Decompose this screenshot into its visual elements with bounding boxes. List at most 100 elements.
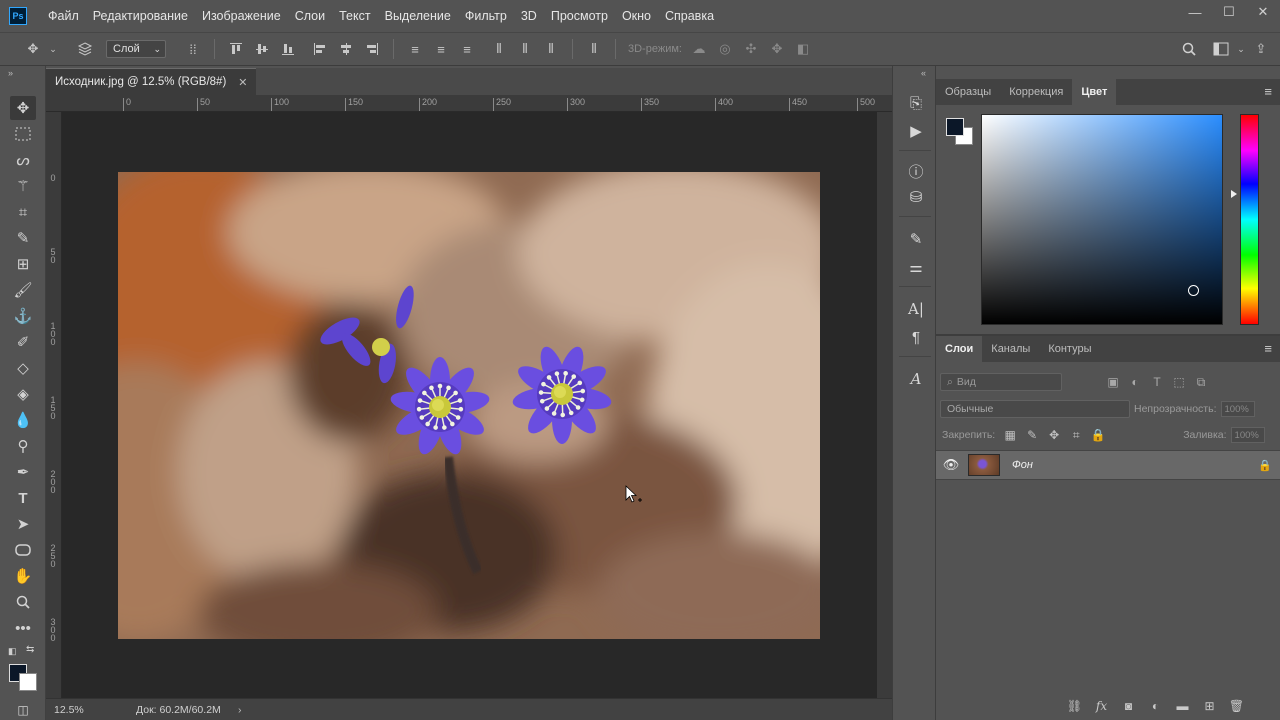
filter-type-icon[interactable]: T <box>1146 375 1168 389</box>
align-vcenter-icon[interactable] <box>251 38 273 60</box>
layer-style-icon[interactable]: fx <box>1088 699 1115 713</box>
lasso-tool-icon[interactable]: ᔕ <box>10 148 36 172</box>
menu-3d[interactable]: 3D <box>514 0 544 32</box>
default-colors-icon[interactable]: ◧ <box>8 646 17 657</box>
chevron-down-icon[interactable]: ⌄ <box>1236 38 1246 60</box>
tab-channels[interactable]: Каналы <box>982 336 1039 362</box>
crop-tool-icon[interactable]: ⌗ <box>10 200 36 224</box>
paragraph-panel-icon[interactable]: ¶ <box>905 326 927 348</box>
paint-bucket-tool-icon[interactable]: ◈ <box>10 382 36 406</box>
properties-panel-icon[interactable]: ⛁ <box>905 186 927 208</box>
color-picker-ring[interactable] <box>1188 285 1199 296</box>
zoom-level-field[interactable]: 12.5% <box>46 704 106 716</box>
new-layer-icon[interactable]: ⊞ <box>1196 699 1223 713</box>
saturation-brightness-field[interactable] <box>981 114 1223 325</box>
history-brush-tool-icon[interactable]: ✐ <box>10 330 36 354</box>
distribute-hcenter-icon[interactable]: ⦀ <box>514 38 536 60</box>
menu-layers[interactable]: Слои <box>288 0 332 32</box>
new-group-icon[interactable]: ▬ <box>1169 699 1196 713</box>
distribute-bottom-icon[interactable]: ≡ <box>456 38 478 60</box>
transform-controls-icon[interactable]: ⁞⁞ <box>182 38 204 60</box>
type-tool-icon[interactable]: T <box>10 486 36 510</box>
rectangle-tool-icon[interactable] <box>10 538 36 562</box>
clone-stamp-tool-icon[interactable]: ⚓ <box>10 304 36 328</box>
distribute-right-icon[interactable]: ⦀ <box>540 38 562 60</box>
panel-menu-icon[interactable]: ≡ <box>1264 79 1272 105</box>
background-color-swatch[interactable] <box>19 673 37 691</box>
3d-roll-icon[interactable]: ◎ <box>714 38 736 60</box>
hue-slider-marker-icon[interactable] <box>1231 190 1237 198</box>
magic-wand-tool-icon[interactable]: ⚚ <box>10 174 36 198</box>
filter-pixel-icon[interactable]: ▣ <box>1102 375 1124 389</box>
adjustment-layer-icon[interactable]: ◐ <box>1142 699 1169 713</box>
filter-shape-icon[interactable]: ⬚ <box>1168 375 1190 389</box>
eyedropper-tool-icon[interactable]: ✎ <box>10 226 36 250</box>
fill-field[interactable]: 100% <box>1230 427 1265 443</box>
document-tab[interactable]: Исходник.jpg @ 12.5% (RGB/8#) ✕ <box>46 68 256 95</box>
opacity-field[interactable]: 100% <box>1220 401 1255 417</box>
3d-orbit-icon[interactable]: ☁ <box>688 38 710 60</box>
add-mask-icon[interactable]: ◙ <box>1115 699 1142 713</box>
auto-align-layers-icon[interactable]: ⫴ <box>583 38 605 60</box>
healing-brush-tool-icon[interactable]: ⊞ <box>10 252 36 276</box>
auto-select-layers-icon[interactable] <box>74 38 96 60</box>
blur-tool-icon[interactable]: 💧 <box>10 408 36 432</box>
filter-smart-object-icon[interactable]: ⧉ <box>1190 375 1212 390</box>
move-tool-preset-icon[interactable]: ✥ <box>22 38 44 60</box>
swap-colors-icon[interactable]: ⇆ <box>26 644 34 655</box>
adjustments-panel-icon[interactable]: ⚌ <box>905 256 927 278</box>
info-panel-icon[interactable]: ⓘ <box>905 160 927 182</box>
collapse-dock-icon[interactable]: « <box>921 68 926 78</box>
3d-scale-icon[interactable]: ◧ <box>792 38 814 60</box>
align-hcenter-icon[interactable] <box>335 38 357 60</box>
marquee-tool-icon[interactable] <box>10 122 36 146</box>
chevron-down-icon[interactable]: ⌄ <box>48 38 58 60</box>
search-icon[interactable] <box>1178 38 1200 60</box>
close-icon[interactable]: ✕ <box>238 76 247 89</box>
history-panel-icon[interactable]: ⎘ <box>905 92 927 114</box>
visibility-eye-icon[interactable]: 👁 <box>936 457 966 473</box>
maximize-button[interactable]: ☐ <box>1212 0 1246 24</box>
menu-edit[interactable]: Редактирование <box>86 0 195 32</box>
menu-image[interactable]: Изображение <box>195 0 288 32</box>
vertical-scrollbar[interactable] <box>877 112 892 698</box>
3d-slide-icon[interactable]: ✥ <box>766 38 788 60</box>
close-button[interactable]: ✕ <box>1246 0 1280 24</box>
menu-help[interactable]: Справка <box>658 0 721 32</box>
zoom-tool-icon[interactable] <box>10 590 36 614</box>
vertical-ruler[interactable]: 0 5 0 1 0 0 1 5 0 2 0 0 2 5 0 3 0 0 <box>46 112 62 698</box>
more-tools-icon[interactable]: ••• <box>10 616 36 640</box>
lock-image-icon[interactable]: ✎ <box>1021 428 1043 442</box>
tab-swatches[interactable]: Образцы <box>936 79 1000 105</box>
collapse-toolbar-icon[interactable]: » <box>8 68 13 78</box>
layer-row[interactable]: 👁 Фон 🔒 <box>936 450 1280 480</box>
actions-panel-icon[interactable]: ▶ <box>905 120 927 142</box>
dodge-tool-icon[interactable]: ⚲ <box>10 434 36 458</box>
menu-window[interactable]: Окно <box>615 0 658 32</box>
distribute-vcenter-icon[interactable]: ≡ <box>430 38 452 60</box>
menu-file[interactable]: Файл <box>41 0 86 32</box>
link-layers-icon[interactable]: ⛓ <box>1061 699 1088 713</box>
tab-color[interactable]: Цвет <box>1072 79 1117 105</box>
tab-layers[interactable]: Слои <box>936 336 983 362</box>
tab-adjustments[interactable]: Коррекция <box>1000 79 1072 105</box>
blend-mode-dropdown[interactable]: Обычные <box>940 400 1130 418</box>
lock-position-icon[interactable]: ✥ <box>1043 428 1065 442</box>
lock-artboard-icon[interactable]: ⌗ <box>1065 428 1087 443</box>
document-image[interactable] <box>118 172 820 639</box>
align-top-icon[interactable] <box>225 38 247 60</box>
3d-pan-icon[interactable]: ✣ <box>740 38 762 60</box>
pen-tool-icon[interactable]: ✒ <box>10 460 36 484</box>
panel-menu-icon[interactable]: ≡ <box>1264 336 1272 362</box>
menu-filter[interactable]: Фильтр <box>458 0 514 32</box>
horizontal-ruler[interactable]: 0 50 100 150 200 250 300 350 400 450 500 <box>46 95 892 112</box>
lock-transparent-icon[interactable]: ▦ <box>999 428 1021 442</box>
align-right-icon[interactable] <box>361 38 383 60</box>
eraser-tool-icon[interactable]: ◇ <box>10 356 36 380</box>
lock-all-icon[interactable]: 🔒 <box>1087 428 1109 442</box>
status-menu-arrow-icon[interactable]: › <box>238 704 242 716</box>
glyphs-panel-icon[interactable]: A <box>905 368 927 390</box>
path-selection-tool-icon[interactable]: ➤ <box>10 512 36 536</box>
hand-tool-icon[interactable]: ✋ <box>10 564 36 588</box>
auto-select-target-dropdown[interactable]: Слой ⌄ <box>106 40 166 58</box>
